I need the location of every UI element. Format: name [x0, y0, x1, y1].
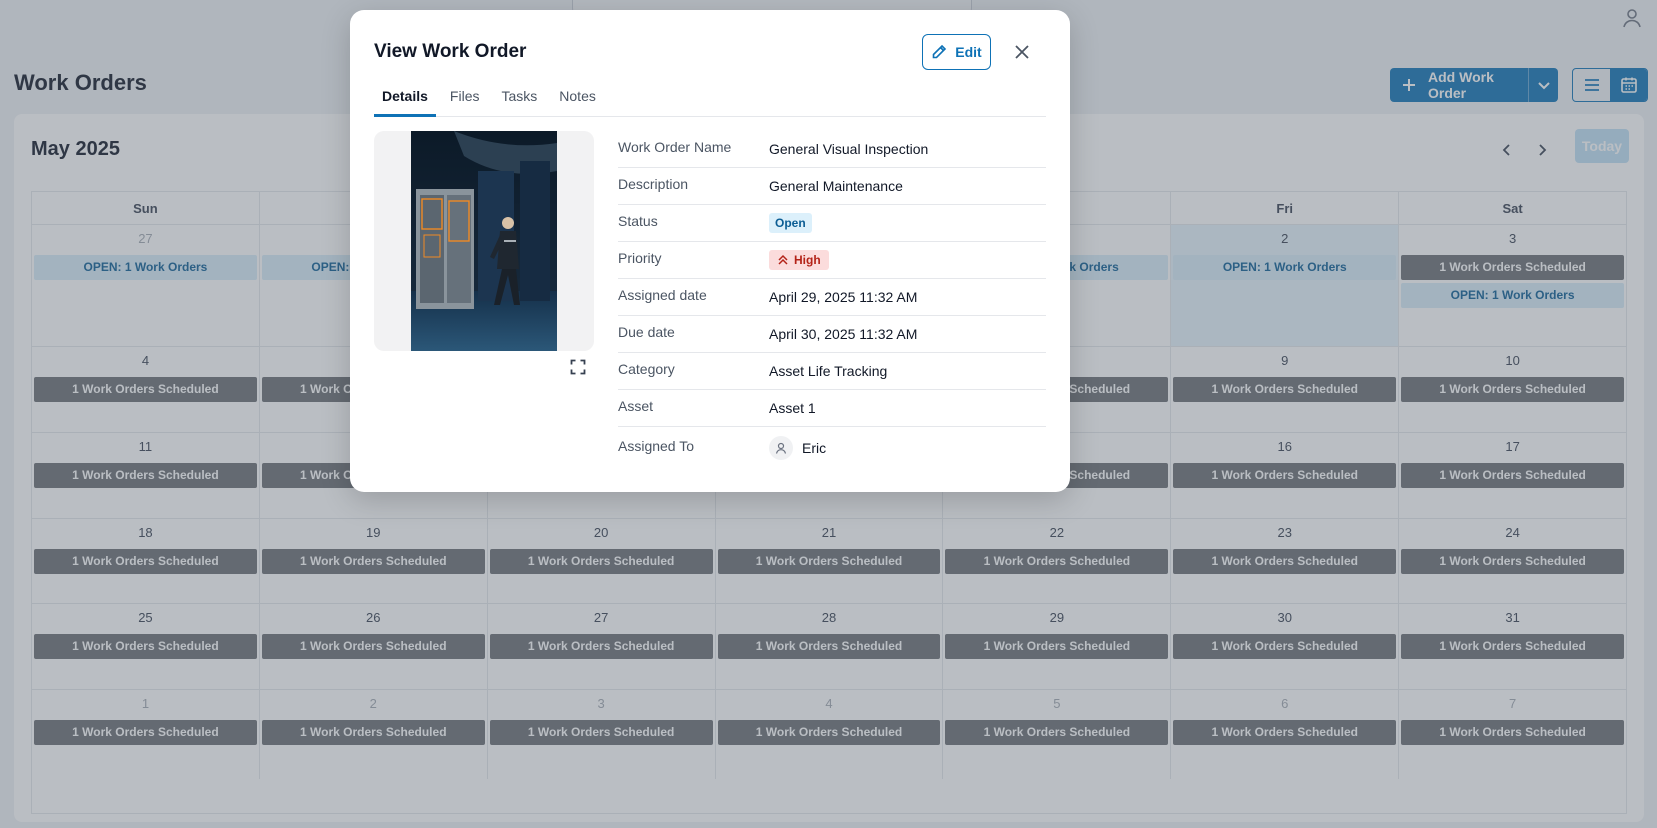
expand-image-button[interactable] [568, 357, 588, 377]
field-row-priority: Priority High [618, 242, 1046, 279]
view-work-order-modal: View Work Order Edit Details Files Tasks… [350, 10, 1070, 492]
field-row-category: Category Asset Life Tracking [618, 353, 1046, 390]
field-row-due-date: Due date April 30, 2025 11:32 AM [618, 316, 1046, 353]
priority-label: High [794, 253, 821, 267]
field-label: Priority [618, 250, 662, 266]
avatar [769, 436, 793, 460]
field-label: Category [618, 361, 675, 377]
pencil-icon [932, 44, 947, 59]
field-label: Status [618, 213, 658, 229]
modal-tabs: Details Files Tasks Notes [374, 78, 1046, 117]
field-row-assigned-to: Assigned To Eric [618, 427, 1046, 469]
field-label: Due date [618, 324, 675, 340]
assignee-name: Eric [802, 440, 827, 456]
field-row-asset: Asset Asset 1 [618, 390, 1046, 427]
modal-title: View Work Order [374, 41, 527, 62]
tab-details[interactable]: Details [374, 78, 436, 117]
edit-button[interactable]: Edit [922, 34, 991, 70]
work-order-photo [411, 131, 557, 351]
field-row-status: Status Open [618, 205, 1046, 242]
field-row-description: Description General Maintenance [618, 168, 1046, 205]
asset-value[interactable]: Asset 1 [769, 400, 816, 416]
field-label: Assigned To [618, 438, 695, 454]
due-date-value: April 30, 2025 11:32 AM [769, 326, 918, 342]
expand-icon [570, 359, 586, 375]
field-row-name: Work Order Name General Visual Inspectio… [618, 131, 1046, 168]
field-label: Assigned date [618, 287, 707, 303]
tab-files[interactable]: Files [442, 78, 488, 117]
description-value: General Maintenance [769, 178, 903, 194]
close-icon [1015, 45, 1029, 59]
priority-badge: High [769, 250, 829, 270]
assigned-to-value[interactable]: Eric [769, 436, 826, 460]
status-value-wrap: Open [769, 213, 812, 233]
field-label: Description [618, 176, 689, 192]
work-order-details: Work Order Name General Visual Inspectio… [618, 131, 1046, 469]
field-label: Asset [618, 398, 654, 414]
category-value: Asset Life Tracking [769, 363, 888, 379]
assigned-date-value: April 29, 2025 11:32 AM [769, 289, 918, 305]
tab-notes[interactable]: Notes [551, 78, 604, 117]
work-order-image[interactable] [374, 131, 594, 351]
close-button[interactable] [1010, 40, 1034, 64]
chevrons-up-icon [778, 254, 788, 265]
field-row-assigned-date: Assigned date April 29, 2025 11:32 AM [618, 279, 1046, 316]
tab-tasks[interactable]: Tasks [493, 78, 545, 117]
status-badge: Open [769, 213, 812, 233]
user-icon [775, 442, 787, 454]
priority-value-wrap: High [769, 250, 829, 270]
field-label: Work Order Name [618, 139, 732, 155]
work-order-name-value: General Visual Inspection [769, 141, 929, 157]
edit-button-label: Edit [955, 44, 982, 60]
